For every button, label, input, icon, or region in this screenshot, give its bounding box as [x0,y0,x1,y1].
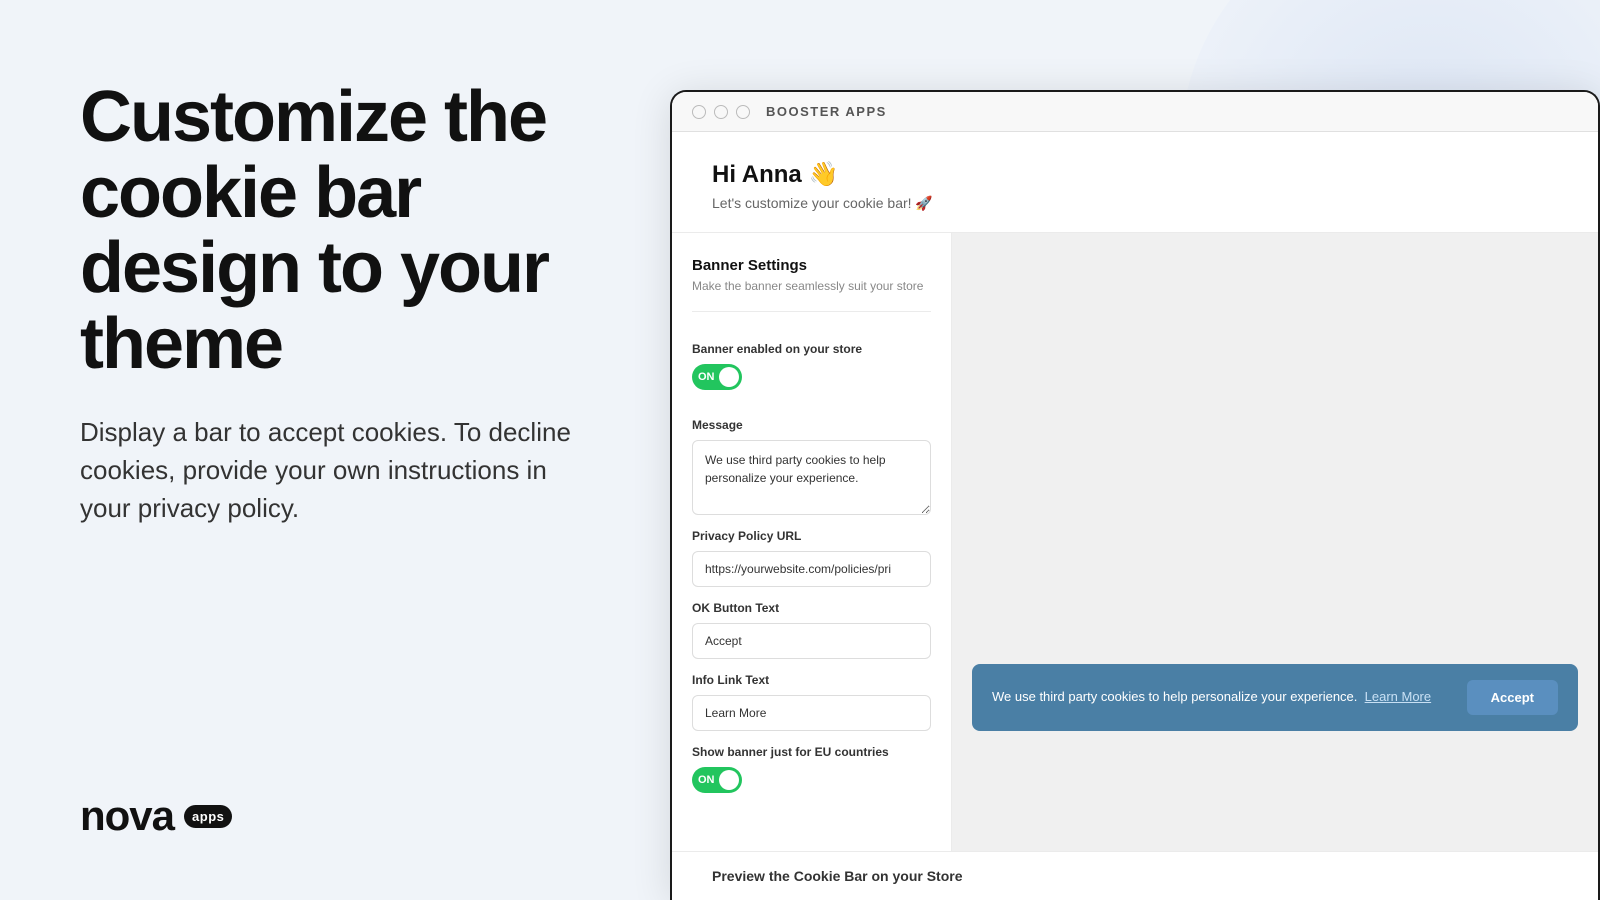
eu-toggle-container: ON [692,767,931,793]
bottom-title: Preview the Cookie Bar on your Store [712,868,1558,884]
browser-dot-1 [692,105,706,119]
app-header: Hi Anna 👋 Let's customize your cookie ba… [672,132,1598,233]
app-main: Banner Settings Make the banner seamless… [672,233,1598,851]
preview-panel: We use third party cookies to help perso… [952,233,1598,851]
greeting-sub: Let's customize your cookie bar! 🚀 [712,195,1558,212]
accept-button[interactable]: Accept [1467,680,1558,715]
left-content: Customize the cookie bar design to your … [80,80,610,527]
headline: Customize the cookie bar design to your … [80,80,610,382]
ok-button-label: OK Button Text [692,601,931,615]
message-textarea[interactable]: We use third party cookies to help perso… [692,440,931,515]
toggle-knob [719,367,739,387]
greeting: Hi Anna 👋 [712,160,1558,189]
eu-toggle-on-label: ON [698,774,715,786]
banner-enabled-label: Banner enabled on your store [692,342,931,356]
bottom-section: Preview the Cookie Bar on your Store [672,851,1598,900]
info-link-input[interactable] [692,695,931,731]
eu-toggle[interactable]: ON [692,767,742,793]
subtext: Display a bar to accept cookies. To decl… [80,414,580,527]
banner-enabled-toggle[interactable]: ON [692,364,742,390]
cookie-banner-preview: We use third party cookies to help perso… [972,664,1578,731]
right-panel: BOOSTER APPS Hi Anna 👋 Let's customize y… [670,0,1600,900]
browser-dot-3 [736,105,750,119]
settings-scroll: Banner Settings Make the banner seamless… [692,257,931,807]
message-label: Message [692,418,931,432]
section-title: Banner Settings [692,257,931,274]
toggle-on-label: ON [698,371,715,383]
section-desc: Make the banner seamlessly suit your sto… [692,278,931,312]
learn-more-link[interactable]: Learn More [1365,689,1431,704]
left-panel: Customize the cookie bar design to your … [0,0,670,900]
privacy-url-input[interactable] [692,551,931,587]
browser-dot-2 [714,105,728,119]
eu-toggle-knob [719,770,739,790]
logo-badge: apps [184,805,232,828]
browser-chrome: BOOSTER APPS [672,92,1598,132]
cookie-banner-message: We use third party cookies to help perso… [992,688,1431,706]
banner-enabled-toggle-container: ON [692,364,931,390]
eu-label: Show banner just for EU countries [692,745,931,759]
settings-panel: Banner Settings Make the banner seamless… [672,233,952,851]
app-content: Hi Anna 👋 Let's customize your cookie ba… [672,132,1598,900]
browser-window: BOOSTER APPS Hi Anna 👋 Let's customize y… [670,90,1600,900]
brand-label: BOOSTER APPS [766,104,887,119]
ok-button-input[interactable] [692,623,931,659]
browser-dots [692,105,750,119]
logo-area: nova apps [80,792,610,840]
logo-text: nova [80,792,174,840]
info-link-label: Info Link Text [692,673,931,687]
privacy-url-label: Privacy Policy URL [692,529,931,543]
